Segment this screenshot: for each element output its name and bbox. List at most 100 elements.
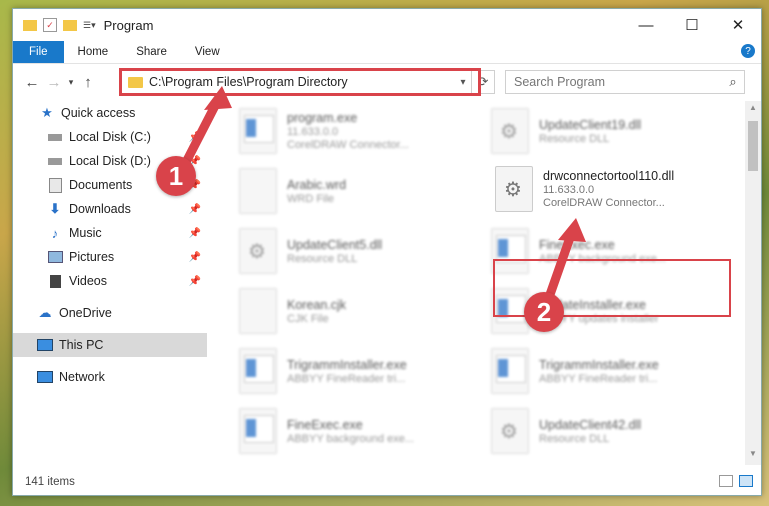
dll-file-icon: ⚙ (491, 108, 529, 154)
computer-icon (37, 338, 53, 352)
up-button[interactable]: ↑ (77, 74, 99, 91)
address-path[interactable]: C:\Program Files\Program Directory (149, 75, 455, 89)
file-item[interactable]: FineExec.exe ABBYY background exe... (239, 403, 469, 459)
sidebar-item-pictures[interactable]: Pictures 📌 (13, 245, 207, 269)
sidebar-item-label: Documents (69, 178, 133, 192)
explorer-window: ✓ ☰▾ Program — ☐ ✕ File Home Share View … (12, 8, 762, 496)
network-icon (37, 370, 53, 384)
drive-icon (47, 154, 63, 168)
file-version: 11.633.0.0 (287, 126, 339, 138)
pin-icon[interactable]: 📌 (189, 132, 201, 143)
sidebar-item-label: Pictures (69, 250, 115, 264)
sidebar-item-label: OneDrive (59, 306, 112, 320)
document-file-icon (239, 288, 277, 334)
sidebar-item-onedrive[interactable]: ☁ OneDrive (13, 301, 207, 325)
file-item[interactable]: Korean.cjk CJK File (239, 283, 469, 339)
recent-locations-icon[interactable]: ▾ (65, 77, 77, 88)
forward-button[interactable]: → (43, 74, 65, 91)
search-icon[interactable]: ⌕ (722, 74, 744, 90)
new-folder-icon[interactable] (63, 19, 77, 31)
status-bar: 141 items (13, 469, 761, 495)
search-input[interactable] (506, 74, 722, 90)
step-2-badge: 2 (524, 292, 564, 332)
file-item[interactable]: TrigrammInstaller.exe ABBYY FineReader tr… (491, 343, 721, 399)
step-1-badge: 1 (156, 156, 196, 196)
title-bar: ✓ ☰▾ Program — ☐ ✕ (13, 9, 761, 41)
scrollbar-thumb[interactable] (748, 121, 758, 171)
minimize-button[interactable]: — (623, 9, 669, 41)
file-type: CJK File (287, 312, 329, 325)
sidebar-item-this-pc[interactable]: This PC (13, 333, 207, 357)
pin-icon[interactable]: 📌 (189, 276, 201, 287)
sidebar-item-label: Videos (69, 274, 107, 288)
large-icons-view-icon[interactable] (739, 475, 753, 487)
file-item[interactable]: ⚙ UpdateClient19.dll Resource DLL (491, 103, 721, 159)
file-name: FineExec.exe (539, 237, 615, 252)
properties-icon[interactable]: ✓ (43, 18, 57, 32)
file-item[interactable]: ⚙ UpdateClient5.dll Resource DLL (239, 223, 469, 279)
file-name: Arabic.wrd (287, 177, 347, 192)
exe-file-icon (239, 348, 277, 394)
dll-file-icon: ⚙ (495, 166, 533, 212)
star-icon: ★ (41, 105, 53, 120)
file-item[interactable]: program.exe 11.633.0.0 CorelDRAW Connector… (239, 103, 469, 159)
exe-file-icon (239, 408, 277, 454)
folder-icon (23, 19, 37, 31)
dll-file-icon: ⚙ (239, 228, 277, 274)
download-icon: ⬇ (49, 201, 61, 216)
file-item[interactable]: ⚙ UpdateClient42.dll Resource DLL (491, 403, 721, 459)
file-description: ABBYY background exe... (287, 432, 414, 445)
address-dropdown-icon[interactable]: ▾ (455, 77, 471, 88)
file-type: Resource DLL (287, 252, 358, 265)
file-name: TrigrammInstaller.exe (287, 357, 407, 372)
sidebar-item-videos[interactable]: Videos 📌 (13, 269, 207, 293)
file-type: Resource DLL (539, 132, 610, 145)
file-name: UpdateClient5.dll (287, 237, 383, 252)
back-button[interactable]: ← (21, 74, 43, 91)
file-item[interactable]: TrigrammInstaller.exe ABBYY FineReader tr… (239, 343, 469, 399)
file-name: TrigrammInstaller.exe (539, 357, 659, 372)
pictures-icon (47, 250, 63, 264)
close-button[interactable]: ✕ (715, 9, 761, 41)
dll-file-icon: ⚙ (491, 408, 529, 454)
file-type: Resource DLL (539, 432, 610, 445)
vertical-scrollbar[interactable]: ▲ ▼ (745, 101, 761, 465)
item-count: 141 items (25, 476, 75, 488)
search-box[interactable]: ⌕ (505, 70, 745, 94)
tab-share[interactable]: Share (122, 41, 181, 63)
pin-icon[interactable]: 📌 (189, 204, 201, 215)
help-icon[interactable]: ? (741, 44, 755, 58)
file-type: WRD File (287, 192, 335, 205)
sidebar-item-label: This PC (59, 338, 104, 352)
tab-home[interactable]: Home (64, 41, 123, 63)
scroll-down-icon[interactable]: ▼ (745, 449, 761, 463)
tab-view[interactable]: View (181, 41, 234, 63)
file-item-drwconnectortool110[interactable]: ⚙ drwconnectortool110.dll 11.633.0.0 Corel… (495, 161, 725, 217)
exe-file-icon (239, 108, 277, 154)
tab-file[interactable]: File (13, 41, 64, 63)
file-name: UpdateClient42.dll (539, 417, 642, 432)
file-item[interactable]: Arabic.wrd WRD File (239, 163, 469, 219)
address-bar[interactable]: C:\Program Files\Program Directory ▾ ⟳ (119, 70, 495, 94)
sidebar-item-local-disk-c[interactable]: Local Disk (C:) 📌 (13, 125, 207, 149)
navigation-bar: ← → ▾ ↑ C:\Program Files\Program Directo… (13, 64, 761, 100)
sidebar-item-quick-access[interactable]: ★ Quick access (13, 101, 207, 125)
music-icon: ♪ (51, 225, 59, 241)
customize-qat-icon[interactable]: ☰▾ (83, 20, 96, 31)
pin-icon[interactable]: 📌 (189, 228, 201, 239)
exe-file-icon (491, 348, 529, 394)
maximize-button[interactable]: ☐ (669, 9, 715, 41)
scroll-up-icon[interactable]: ▲ (745, 103, 761, 117)
sidebar-item-downloads[interactable]: ⬇ Downloads 📌 (13, 197, 207, 221)
pin-icon[interactable]: 📌 (189, 252, 201, 263)
sidebar-item-label: Network (59, 370, 105, 384)
file-name: drwconnectortool110.dll (543, 169, 675, 183)
file-description: CorelDRAW Connector... (543, 197, 665, 209)
sidebar-item-network[interactable]: Network (13, 365, 207, 389)
sidebar-item-label: Music (69, 226, 102, 240)
documents-icon (47, 177, 63, 193)
details-view-icon[interactable] (719, 475, 733, 487)
refresh-icon[interactable]: ⟳ (471, 71, 494, 93)
sidebar-item-label: Local Disk (D:) (69, 154, 151, 168)
sidebar-item-music[interactable]: ♪ Music 📌 (13, 221, 207, 245)
